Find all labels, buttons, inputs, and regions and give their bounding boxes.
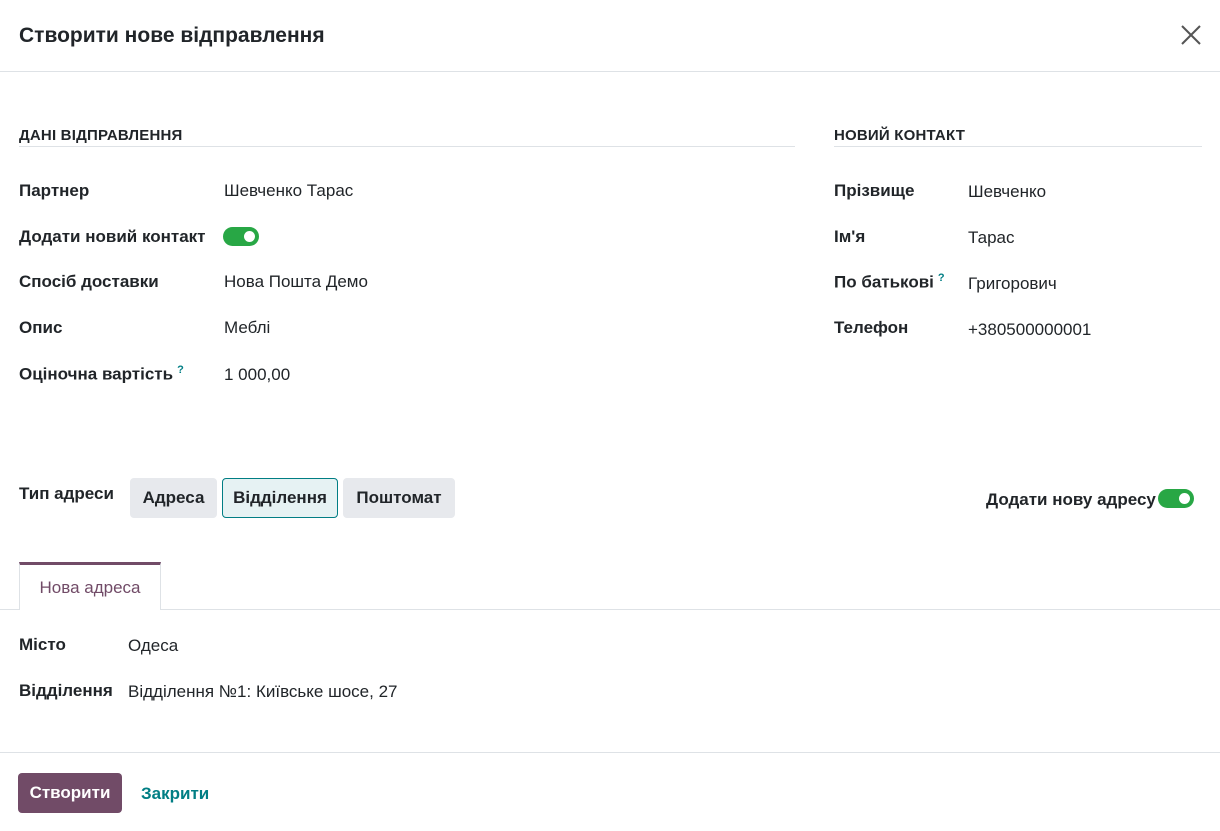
create-button[interactable]: Створити xyxy=(18,773,122,813)
partner-field[interactable]: Шевченко Тарас xyxy=(224,181,353,201)
help-icon[interactable]: ? xyxy=(938,272,945,284)
address-type-option-address[interactable]: Адреса xyxy=(130,478,217,518)
branch-field[interactable]: Відділення №1: Київське шосе, 27 xyxy=(128,682,397,702)
middle-name-label: По батькові? xyxy=(834,272,945,293)
partner-label: Партнер xyxy=(19,181,90,200)
tab-bar-divider xyxy=(0,609,1220,610)
declared-value-field[interactable]: 1 000,00 xyxy=(224,365,290,385)
middle-name-label-text: По батькові xyxy=(834,272,934,292)
declared-value-label-text: Оціночна вартість xyxy=(19,364,174,384)
add-contact-toggle[interactable] xyxy=(223,227,259,246)
city-label: Місто xyxy=(19,635,66,654)
first-name-label: Ім'я xyxy=(834,227,866,246)
delivery-method-field[interactable]: Нова Пошта Демо xyxy=(224,272,368,292)
declared-value-label: Оціночна вартість? xyxy=(19,364,184,385)
address-type-label: Тип адреси xyxy=(19,484,114,503)
address-type-option-parcel-locker[interactable]: Поштомат xyxy=(343,478,455,518)
branch-label: Відділення xyxy=(19,681,113,700)
phone-field[interactable]: +380500000001 xyxy=(968,320,1091,340)
close-button[interactable]: Закрити xyxy=(141,784,209,804)
add-address-toggle[interactable] xyxy=(1158,489,1194,508)
address-type-option-branch[interactable]: Відділення xyxy=(222,478,338,518)
dialog-title: Створити нове відправлення xyxy=(19,24,325,47)
tab-new-address[interactable]: Нова адреса xyxy=(19,562,161,610)
last-name-label: Прізвище xyxy=(834,181,915,200)
middle-name-field[interactable]: Григорович xyxy=(968,274,1057,294)
help-icon[interactable]: ? xyxy=(177,364,184,376)
description-field[interactable]: Меблі xyxy=(224,318,270,338)
contact-section-divider xyxy=(834,146,1202,147)
close-icon[interactable] xyxy=(1178,22,1204,48)
last-name-field[interactable]: Шевченко xyxy=(968,182,1046,202)
delivery-method-label: Спосіб доставки xyxy=(19,272,159,291)
description-label: Опис xyxy=(19,318,63,337)
city-field[interactable]: Одеса xyxy=(128,636,178,656)
first-name-field[interactable]: Тарас xyxy=(968,228,1014,248)
footer-divider xyxy=(0,752,1220,753)
shipment-section-title: ДАНІ ВІДПРАВЛЕННЯ xyxy=(19,127,183,144)
contact-section-title: НОВИЙ КОНТАКТ xyxy=(834,127,966,144)
dialog-header: Створити нове відправлення xyxy=(0,0,1220,72)
add-address-label: Додати нову адресу xyxy=(986,490,1156,509)
phone-label: Телефон xyxy=(834,318,909,337)
shipment-section-divider xyxy=(19,146,795,147)
add-contact-label: Додати новий контакт xyxy=(19,227,206,246)
